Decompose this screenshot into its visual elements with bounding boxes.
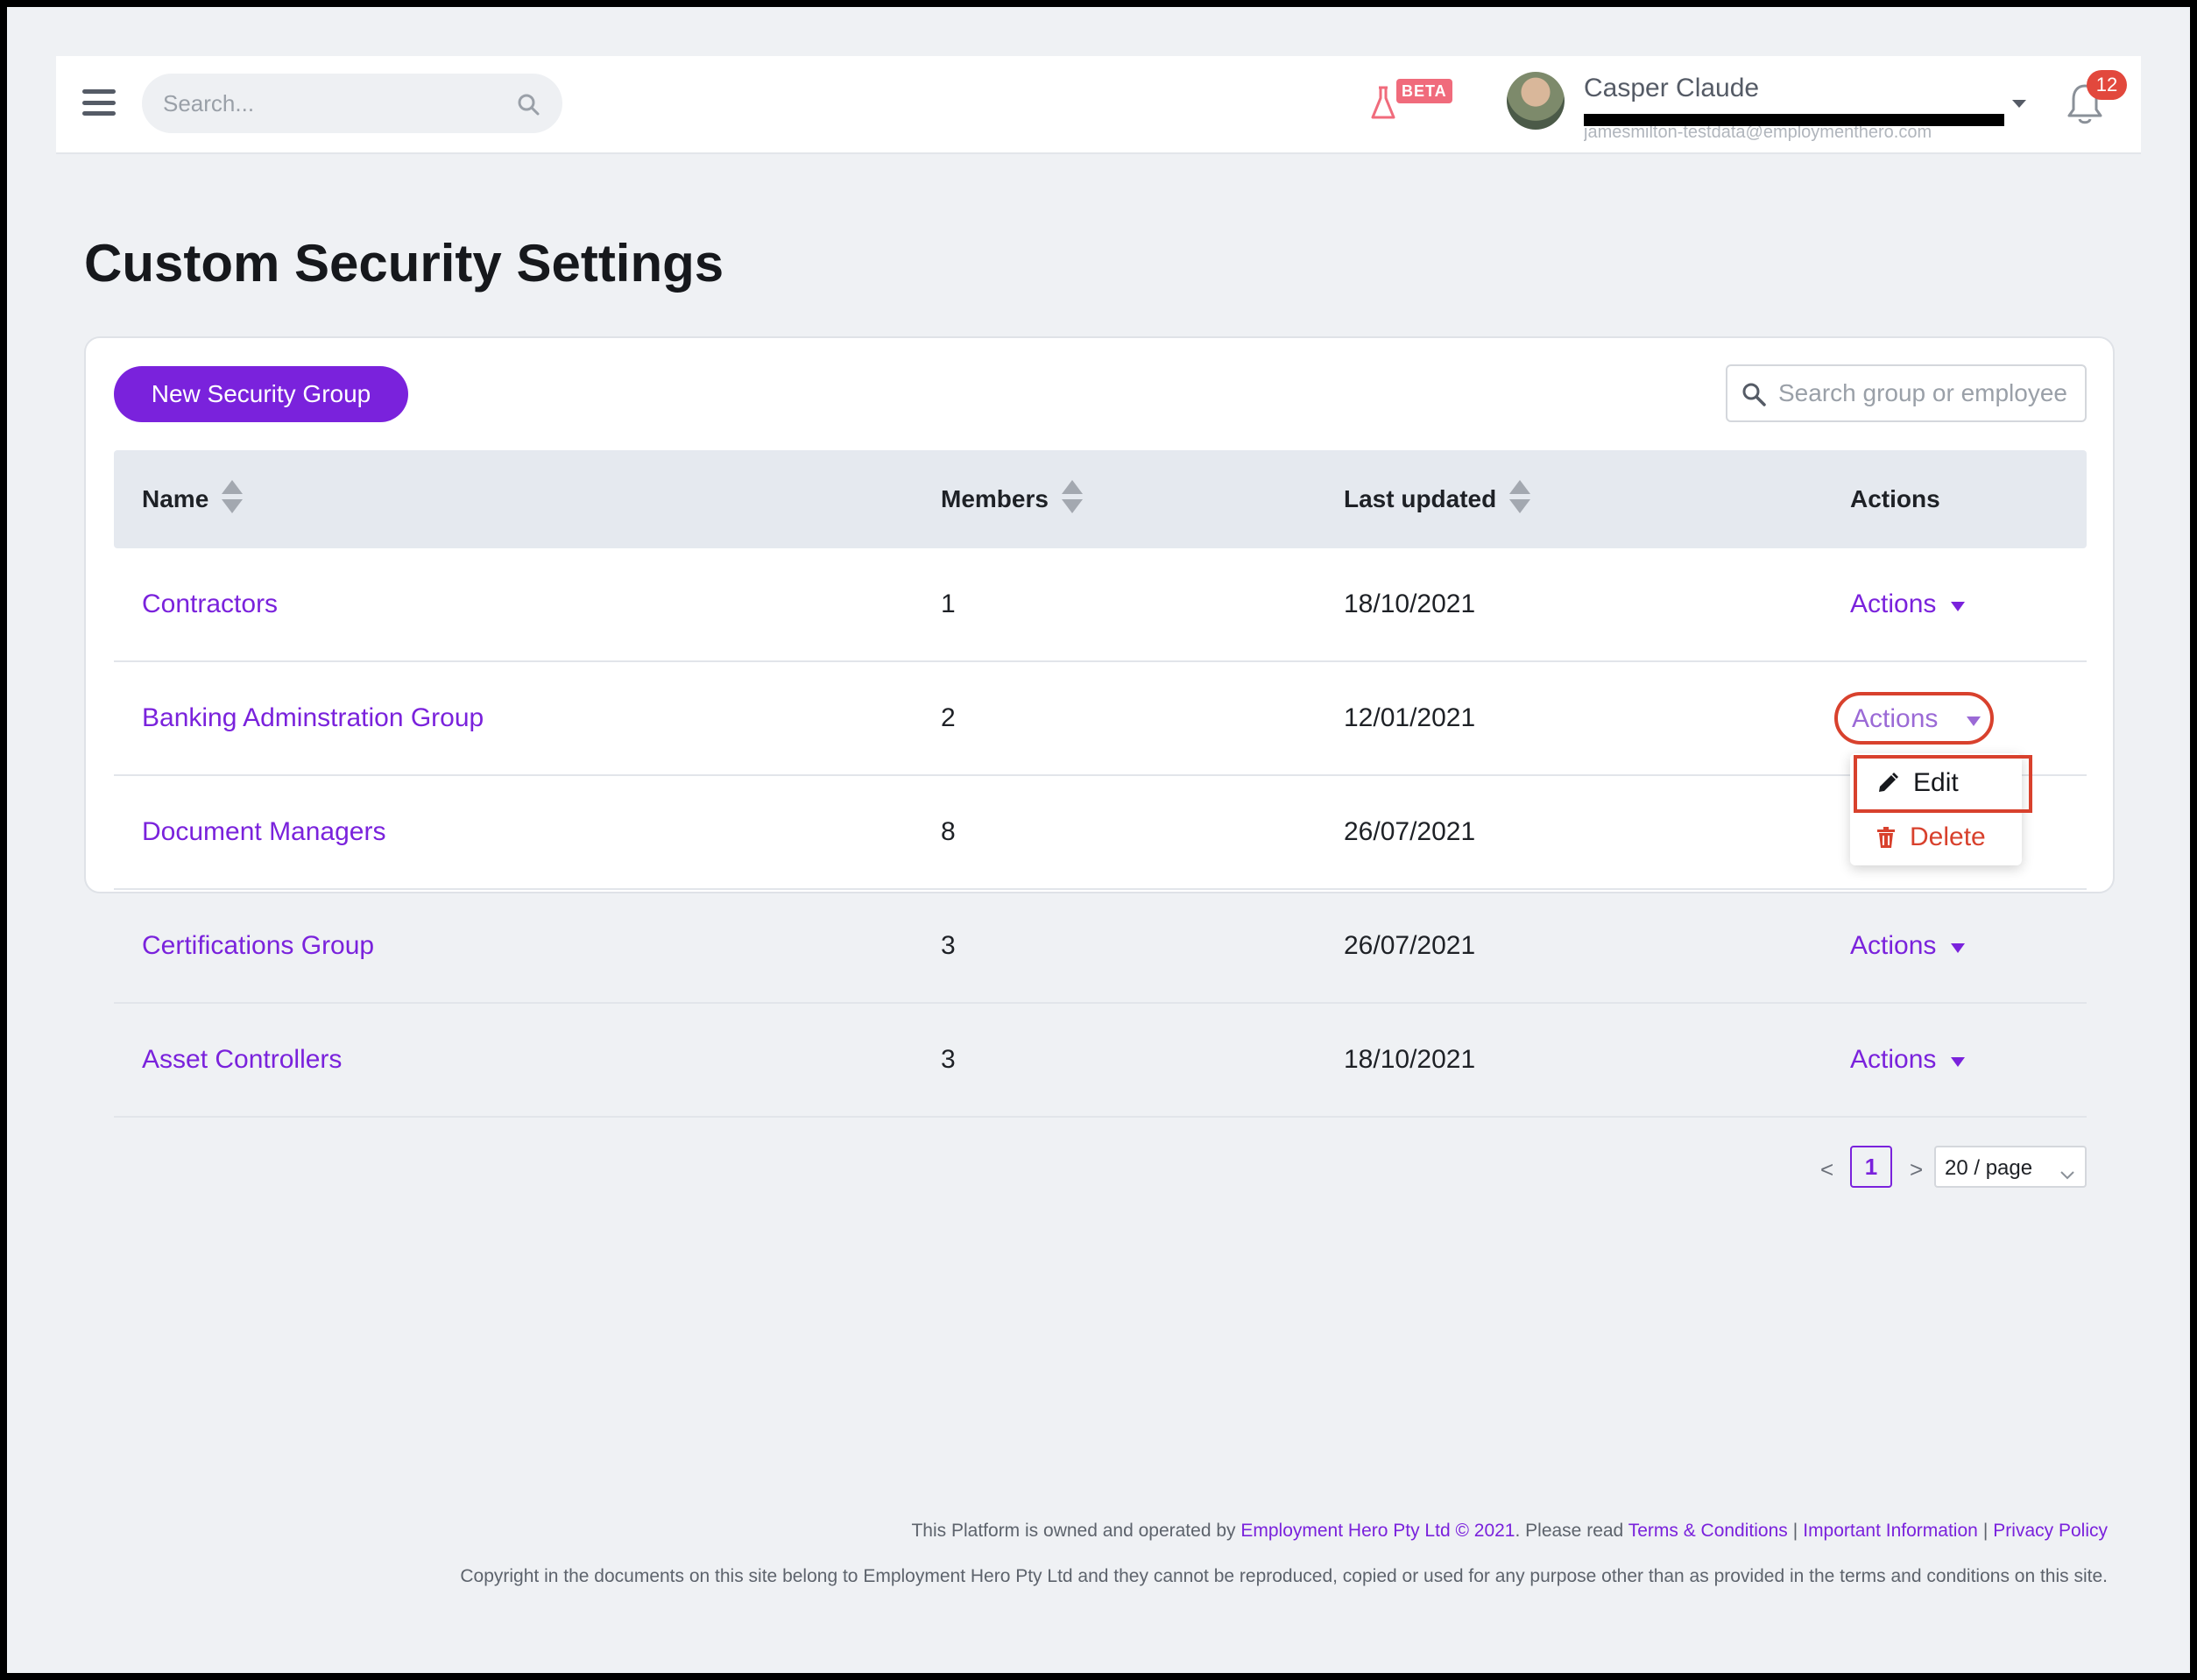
search-icon xyxy=(1741,382,1766,411)
pagination-current-page[interactable]: 1 xyxy=(1850,1146,1892,1188)
group-name-link[interactable]: Asset Controllers xyxy=(142,1004,342,1116)
members-count: 1 xyxy=(941,589,956,618)
column-header-last-updated[interactable]: Last updated xyxy=(1344,450,1531,548)
notification-count-badge[interactable]: 12 xyxy=(2087,70,2127,100)
separator: | xyxy=(1792,1521,1798,1541)
last-updated-date: 26/07/2021 xyxy=(1344,817,1476,846)
column-header-name[interactable]: Name xyxy=(142,450,244,548)
top-navigation-bar: BETA Casper Claude jamesmilton-testdata@… xyxy=(56,56,2141,154)
members-count: 3 xyxy=(941,1045,956,1074)
chevron-down-icon xyxy=(2060,1161,2074,1186)
flask-icon[interactable] xyxy=(1370,86,1396,125)
caret-down-icon xyxy=(1950,1045,1966,1075)
delete-menu-item[interactable]: Delete xyxy=(1850,811,2022,864)
new-security-group-button[interactable]: New Security Group xyxy=(114,366,408,422)
important-information-link[interactable]: Important Information xyxy=(1803,1521,1978,1541)
column-header-label: Members xyxy=(941,485,1049,512)
members-count: 2 xyxy=(941,703,956,732)
avatar[interactable] xyxy=(1507,72,1565,130)
actions-dropdown-open[interactable]: Actions xyxy=(1834,692,1994,745)
company-link[interactable]: Employment Hero Pty Ltd © 2021 xyxy=(1240,1521,1515,1541)
user-email: jamesmilton-testdata@employmenthero.com xyxy=(1584,124,1932,142)
table-header: Name Members Last updated Actions xyxy=(114,450,2087,548)
table-row: Document Managers 8 26/07/2021 xyxy=(114,776,2087,890)
redaction-bar xyxy=(1584,114,2004,126)
column-header-label: Actions xyxy=(1850,485,1940,512)
separator: | xyxy=(1982,1521,1989,1541)
global-search xyxy=(142,74,562,133)
members-count: 3 xyxy=(941,931,956,960)
group-name-link[interactable]: Banking Adminstration Group xyxy=(142,662,484,774)
table-row: Asset Controllers 3 18/10/2021 Actions xyxy=(114,1004,2087,1118)
delete-label: Delete xyxy=(1910,822,1986,851)
actions-label: Actions xyxy=(1850,589,1937,618)
table-row: Contractors 1 18/10/2021 Actions xyxy=(114,548,2087,662)
column-header-members[interactable]: Members xyxy=(941,450,1084,548)
app-window: BETA Casper Claude jamesmilton-testdata@… xyxy=(7,7,2190,1673)
table-row: Certifications Group 3 26/07/2021 Action… xyxy=(114,890,2087,1004)
last-updated-date: 18/10/2021 xyxy=(1344,589,1476,618)
pencil-icon xyxy=(1876,772,1899,794)
footer-text: This Platform is owned and operated by xyxy=(911,1521,1241,1541)
beta-badge[interactable]: BETA xyxy=(1396,79,1452,103)
edit-menu-item[interactable]: Edit xyxy=(1850,757,2022,809)
column-header-label: Last updated xyxy=(1344,485,1497,512)
security-groups-card: New Security Group Name Members xyxy=(84,336,2115,1118)
actions-label: Actions xyxy=(1850,931,1937,960)
trash-icon xyxy=(1876,826,1896,849)
column-header-label: Name xyxy=(142,485,209,512)
footer-copyright: Copyright in the documents on this site … xyxy=(460,1566,2108,1586)
actions-dropdown[interactable]: Actions xyxy=(1850,548,1966,660)
page-size-value: 20 / page xyxy=(1945,1156,2033,1180)
sort-icon[interactable] xyxy=(1508,478,1531,521)
actions-dropdown[interactable]: Actions xyxy=(1850,1004,1966,1116)
column-header-actions: Actions xyxy=(1850,450,1940,548)
pagination-prev[interactable]: < xyxy=(1820,1156,1833,1183)
global-search-input[interactable] xyxy=(163,74,496,133)
pagination-next[interactable]: > xyxy=(1910,1156,1923,1183)
actions-menu: Edit Delete xyxy=(1850,753,2022,865)
table-row: Banking Adminstration Group 2 12/01/2021… xyxy=(114,662,2087,776)
last-updated-date: 12/01/2021 xyxy=(1344,703,1476,732)
footer-ownership: This Platform is owned and operated by E… xyxy=(911,1521,2108,1542)
actions-dropdown[interactable]: Actions xyxy=(1850,890,1966,1002)
page-title: Custom Security Settings xyxy=(84,234,724,293)
last-updated-date: 18/10/2021 xyxy=(1344,1045,1476,1074)
sort-icon[interactable] xyxy=(221,478,244,521)
edit-label: Edit xyxy=(1913,768,1959,797)
actions-label: Actions xyxy=(1850,1045,1937,1074)
footer-text: . Please read xyxy=(1515,1521,1628,1541)
group-search-input[interactable] xyxy=(1778,366,2076,420)
terms-link[interactable]: Terms & Conditions xyxy=(1628,1521,1788,1541)
hamburger-menu-icon[interactable] xyxy=(82,89,116,116)
group-search xyxy=(1726,364,2087,422)
sort-icon[interactable] xyxy=(1061,478,1084,521)
user-name[interactable]: Casper Claude xyxy=(1584,74,1759,103)
caret-down-icon xyxy=(1950,589,1966,619)
group-name-link[interactable]: Certifications Group xyxy=(142,890,374,1002)
members-count: 8 xyxy=(941,817,956,846)
chevron-down-icon[interactable] xyxy=(2011,98,2027,114)
group-name-link[interactable]: Contractors xyxy=(142,548,278,660)
caret-down-icon xyxy=(1950,931,1966,961)
actions-label: Actions xyxy=(1852,704,1939,733)
search-icon[interactable] xyxy=(517,93,540,120)
group-name-link[interactable]: Document Managers xyxy=(142,776,385,888)
caret-down-icon xyxy=(1966,715,1982,731)
privacy-policy-link[interactable]: Privacy Policy xyxy=(1993,1521,2108,1541)
last-updated-date: 26/07/2021 xyxy=(1344,931,1476,960)
page-size-select[interactable]: 20 / page xyxy=(1934,1146,2087,1188)
